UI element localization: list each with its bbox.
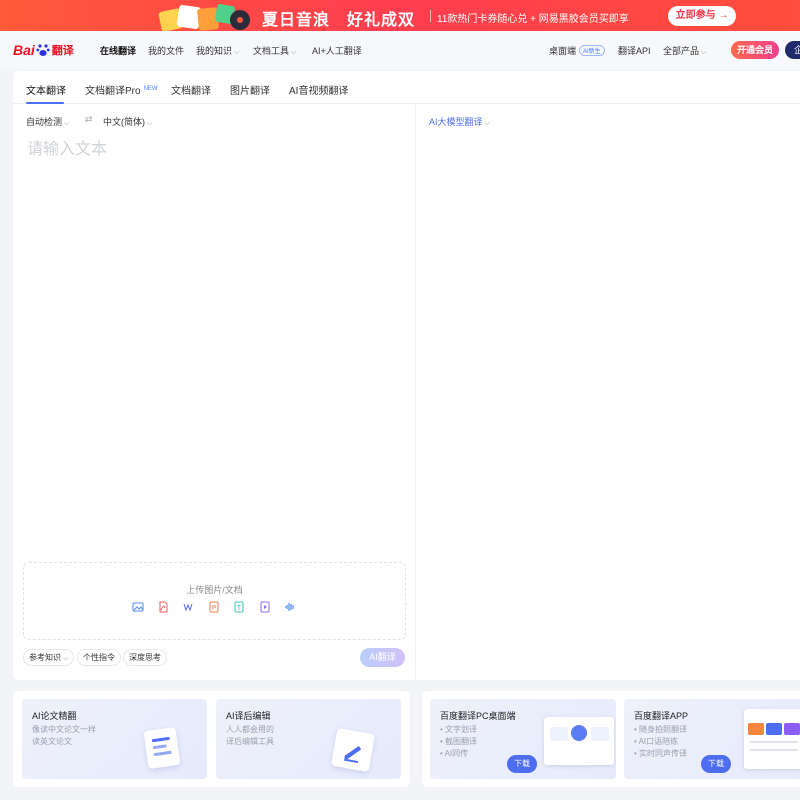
feature-desc: • 截图翻译 (440, 737, 478, 746)
promo-banner[interactable]: 夏日音浪 好礼成双 11款热门卡券随心兑 + 网易黑胶会员买即享 立即参与 → (0, 0, 800, 31)
mobile-app-preview (744, 709, 800, 769)
nav-my-knowledge[interactable]: 我的知识 ⌵ (196, 44, 239, 57)
feature-card-left: AI论文精翻 像读中文论文一样 读英文论文 AI译后编辑 人人都会用的 译后编辑… (13, 691, 410, 787)
image-file-icon[interactable] (132, 601, 144, 613)
banner-divider (430, 10, 431, 22)
nav-desktop[interactable]: 桌面端 AI新生 (549, 44, 605, 57)
nav-all-products[interactable]: 全部产品 ⌵ (663, 44, 706, 57)
feature-card-right: 百度翻译PC桌面端 • 文字划译 • 截图翻译 • AI同传 下载 百度翻译AP… (422, 691, 800, 787)
chevron-down-icon: ⌵ (701, 49, 707, 56)
chevron-down-icon: ⌵ (64, 120, 70, 127)
ai-model-select[interactable]: AI大模型翻译 ⌵ (429, 115, 490, 128)
chevron-down-icon: ⌵ (234, 49, 240, 56)
nav-my-knowledge-label: 我的知识 (196, 46, 233, 56)
source-language-label: 自动检测 (26, 117, 63, 127)
nav-desktop-label: 桌面端 (549, 46, 577, 56)
download-app-button[interactable]: 下载 (701, 755, 731, 773)
source-language-select[interactable]: 自动检测 ⌵ (26, 115, 69, 128)
nav-online-translate[interactable]: 在线翻译 (100, 44, 136, 57)
logo-suffix: 翻译 (51, 45, 74, 57)
ai-model-label: AI大模型翻译 (429, 117, 483, 127)
pdf-file-icon[interactable] (157, 601, 169, 613)
banner-cta-button[interactable]: 立即参与 → (668, 6, 736, 26)
nav-my-files[interactable]: 我的文件 (148, 44, 184, 57)
ai-translate-button[interactable]: AI翻译 (360, 648, 405, 667)
nav-ai-human-translate[interactable]: AI+人工翻译 (312, 44, 362, 57)
tab-text-translate[interactable]: 文本翻译 (26, 82, 66, 97)
banner-title: 夏日音浪 好礼成双 (262, 12, 416, 29)
custom-instruction-option[interactable]: 个性指令 (77, 649, 121, 666)
feature-title: AI论文精翻 (32, 711, 77, 721)
source-text-input[interactable]: 请输入文本 (27, 135, 107, 159)
pane-divider (415, 104, 416, 680)
download-pc-button[interactable]: 下载 (507, 755, 537, 773)
enterprise-button[interactable]: 企 (785, 41, 800, 59)
feature-desc: • AI口语陪练 (634, 737, 679, 746)
reference-knowledge-label: 参考知识 (29, 653, 61, 662)
svg-text:P: P (212, 604, 216, 612)
feature-desc: 译后编辑工具 (226, 737, 274, 746)
feature-desc: 读英文论文 (32, 737, 72, 746)
feature-title: AI译后编辑 (226, 711, 271, 721)
audio-file-icon[interactable] (284, 601, 296, 613)
translator-card: 文本翻译 文档翻译Pro NEW 文档翻译 图片翻译 AI音视频翻译 自动检测 ⌵ … (13, 71, 800, 680)
upload-dropzone[interactable]: 上传图片/文档 P T (23, 562, 406, 640)
tab-doc-translate-pro-label: 文档翻译Pro (85, 86, 141, 97)
upload-label: 上传图片/文档 (186, 585, 243, 595)
feature-pc-desktop[interactable]: 百度翻译PC桌面端 • 文字划译 • 截图翻译 • AI同传 下载 (430, 699, 616, 779)
feature-mobile-app[interactable]: 百度翻译APP • 随身拍照翻译 • AI口语陪练 • 实时同声传译 下载 (624, 699, 800, 779)
document-illustration-icon (143, 726, 181, 770)
tab-doc-translate-pro[interactable]: 文档翻译Pro NEW (85, 82, 158, 97)
logo-text: Bai (13, 42, 35, 58)
open-vip-button[interactable]: 开通会员 (731, 41, 779, 59)
top-nav: Bai 翻译 在线翻译 我的文件 我的知识 ⌵ 文档工具 ⌵ AI+人工翻译 桌面端… (0, 31, 800, 69)
deep-thinking-option[interactable]: 深度思考 (123, 649, 167, 666)
desktop-app-preview (544, 717, 614, 765)
new-badge: NEW (143, 86, 158, 92)
feature-desc: • 随身拍照翻译 (634, 725, 688, 734)
ppt-file-icon[interactable]: P (208, 601, 220, 613)
target-language-select[interactable]: 中文(简体) ⌵ (103, 115, 152, 128)
feature-desc: • 实时同声传译 (634, 749, 688, 758)
chevron-down-icon: ⌵ (484, 120, 490, 127)
nav-translate-api[interactable]: 翻译API (618, 44, 651, 57)
feature-title: 百度翻译PC桌面端 (440, 711, 516, 721)
nav-doc-tools[interactable]: 文档工具 ⌵ (253, 44, 296, 57)
svg-text:T: T (236, 604, 242, 612)
feature-desc: 像读中文论文一样 (32, 725, 96, 734)
target-language-label: 中文(简体) (103, 117, 145, 127)
feature-desc: • AI同传 (440, 749, 469, 758)
desktop-ai-badge: AI新生 (579, 45, 605, 56)
swap-languages-icon[interactable]: ⇄ (85, 114, 93, 125)
chevron-down-icon: ⌵ (147, 120, 153, 127)
word-file-icon[interactable] (182, 601, 194, 613)
translate-tabs: 文本翻译 文档翻译Pro NEW 文档翻译 图片翻译 AI音视频翻译 (13, 71, 800, 104)
tab-av-translate[interactable]: AI音视频翻译 (289, 82, 348, 97)
nav-doc-tools-label: 文档工具 (253, 46, 290, 56)
tab-image-translate[interactable]: 图片翻译 (230, 82, 270, 97)
edit-illustration-icon (330, 727, 376, 773)
baidu-translate-logo[interactable]: Bai 翻译 (13, 40, 74, 60)
tab-doc-translate[interactable]: 文档翻译 (171, 82, 211, 97)
txt-file-icon[interactable]: T (233, 601, 245, 613)
video-file-icon[interactable] (259, 601, 271, 613)
nav-all-products-label: 全部产品 (663, 46, 700, 56)
feature-ai-post-edit[interactable]: AI译后编辑 人人都会用的 译后编辑工具 (216, 699, 401, 779)
feature-title: 百度翻译APP (634, 711, 689, 721)
chevron-down-icon: ⌵ (291, 49, 297, 56)
gift-decoration-icon (158, 4, 250, 31)
banner-subtitle: 11款热门卡券随心兑 + 网易黑胶会员买即享 (437, 14, 629, 25)
feature-ai-paper[interactable]: AI论文精翻 像读中文论文一样 读英文论文 (22, 699, 207, 779)
active-tab-indicator (26, 102, 64, 104)
paw-icon (36, 44, 50, 56)
chevron-down-icon: ⌵ (63, 655, 69, 662)
feature-desc: • 文字划译 (440, 725, 478, 734)
feature-desc: 人人都会用的 (226, 725, 274, 734)
reference-knowledge-option[interactable]: 参考知识 ⌵ (23, 649, 75, 666)
